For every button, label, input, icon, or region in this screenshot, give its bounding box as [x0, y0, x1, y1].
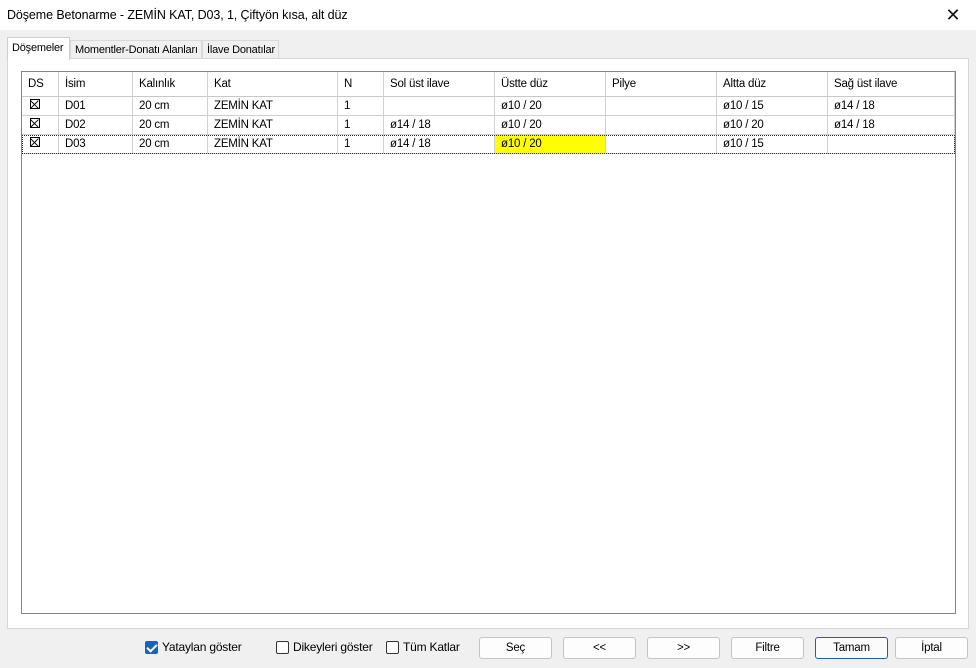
- cell-pilye[interactable]: [606, 135, 717, 154]
- cell-isim: D02: [59, 116, 133, 135]
- ds-checkbox[interactable]: [22, 116, 59, 135]
- yataylari-goster-checkbox[interactable]: Yataylan göster: [145, 640, 242, 654]
- ds-checkbox[interactable]: [22, 135, 59, 154]
- dikeyleri-goster-label: Dikeyleri göster: [293, 640, 373, 654]
- ds-checkbox[interactable]: [22, 97, 59, 116]
- table-header: DS İsim Kalınlık Kat N Sol üst ilave Üst…: [22, 72, 955, 97]
- iptal-button[interactable]: İptal: [895, 637, 968, 659]
- col-header-isim[interactable]: İsim: [59, 72, 133, 97]
- tum-katlar-checkbox[interactable]: Tüm Katlar: [386, 640, 460, 654]
- cell-pilye[interactable]: [606, 97, 717, 116]
- tum-katlar-label: Tüm Katlar: [403, 640, 460, 654]
- cell-kat: ZEMİN KAT: [208, 97, 338, 116]
- cell-kat: ZEMİN KAT: [208, 135, 338, 154]
- tamam-button[interactable]: Tamam: [815, 637, 888, 659]
- cell-isim: D03: [59, 135, 133, 154]
- table-row[interactable]: D01 20 cm ZEMİN KAT 1 ø10 / 20 ø10 / 15 …: [22, 97, 955, 116]
- yataylari-goster-label: Yataylan göster: [162, 640, 242, 654]
- checked-box-icon: [30, 99, 40, 109]
- checked-box-icon: [30, 137, 40, 147]
- slab-table[interactable]: DS İsim Kalınlık Kat N Sol üst ilave Üst…: [21, 71, 956, 614]
- cell-altta-duz[interactable]: ø10 / 20: [717, 116, 828, 135]
- previous-button[interactable]: <<: [563, 637, 636, 659]
- cell-sol-ust[interactable]: [384, 97, 495, 116]
- cell-n: 1: [338, 97, 384, 116]
- dikeyleri-goster-checkbox[interactable]: Dikeyleri göster: [276, 640, 373, 654]
- close-icon[interactable]: ✕: [930, 0, 976, 30]
- col-header-kat[interactable]: Kat: [208, 72, 338, 97]
- cell-n: 1: [338, 116, 384, 135]
- cell-kat: ZEMİN KAT: [208, 116, 338, 135]
- cell-ustte-duz-active[interactable]: ø10 / 20: [495, 135, 606, 154]
- window-title: Döşeme Betonarme - ZEMİN KAT, D03, 1, Çi…: [7, 8, 348, 22]
- col-header-sag-ust[interactable]: Sağ üst ilave: [828, 72, 955, 97]
- cell-altta-duz[interactable]: ø10 / 15: [717, 97, 828, 116]
- tab-ilave-donatilar[interactable]: İlave Donatılar: [202, 40, 279, 59]
- cell-kalinlik: 20 cm: [133, 97, 208, 116]
- sec-button[interactable]: Seç: [479, 637, 552, 659]
- checked-box-icon: [30, 118, 40, 128]
- cell-ustte-duz[interactable]: ø10 / 20: [495, 97, 606, 116]
- cell-altta-duz[interactable]: ø10 / 15: [717, 135, 828, 154]
- filtre-button[interactable]: Filtre: [731, 637, 804, 659]
- cell-sag-ust[interactable]: [828, 135, 955, 154]
- checkmark-icon: [145, 640, 158, 654]
- cell-ustte-duz[interactable]: ø10 / 20: [495, 116, 606, 135]
- tab-momentler[interactable]: Momentler-Donatı Alanları: [70, 40, 202, 59]
- cell-sag-ust[interactable]: ø14 / 18: [828, 116, 955, 135]
- cell-sol-ust[interactable]: ø14 / 18: [384, 116, 495, 135]
- next-button[interactable]: >>: [647, 637, 720, 659]
- col-header-sol-ust[interactable]: Sol üst ilave: [384, 72, 495, 97]
- cell-pilye[interactable]: [606, 116, 717, 135]
- col-header-ds[interactable]: DS: [22, 72, 59, 97]
- title-bar: Döşeme Betonarme - ZEMİN KAT, D03, 1, Çi…: [0, 0, 976, 30]
- cell-n: 1: [338, 135, 384, 154]
- col-header-kalinlik[interactable]: Kalınlık: [133, 72, 208, 97]
- cell-kalinlik: 20 cm: [133, 135, 208, 154]
- col-header-n[interactable]: N: [338, 72, 384, 97]
- table-row-selected[interactable]: D03 20 cm ZEMİN KAT 1 ø14 / 18 ø10 / 20 …: [22, 135, 955, 154]
- unchecked-box-icon: [276, 640, 289, 654]
- cell-sag-ust[interactable]: ø14 / 18: [828, 97, 955, 116]
- col-header-altta-duz[interactable]: Altta düz: [717, 72, 828, 97]
- tab-panel: DS İsim Kalınlık Kat N Sol üst ilave Üst…: [7, 58, 969, 629]
- table-row[interactable]: D02 20 cm ZEMİN KAT 1 ø14 / 18 ø10 / 20 …: [22, 116, 955, 135]
- col-header-pilye[interactable]: Pilye: [606, 72, 717, 97]
- cell-kalinlik: 20 cm: [133, 116, 208, 135]
- tab-dosemeler[interactable]: Döşemeler: [7, 37, 70, 60]
- col-header-ustte-duz[interactable]: Üstte düz: [495, 72, 606, 97]
- cell-sol-ust[interactable]: ø14 / 18: [384, 135, 495, 154]
- unchecked-box-icon: [386, 640, 399, 654]
- cell-isim: D01: [59, 97, 133, 116]
